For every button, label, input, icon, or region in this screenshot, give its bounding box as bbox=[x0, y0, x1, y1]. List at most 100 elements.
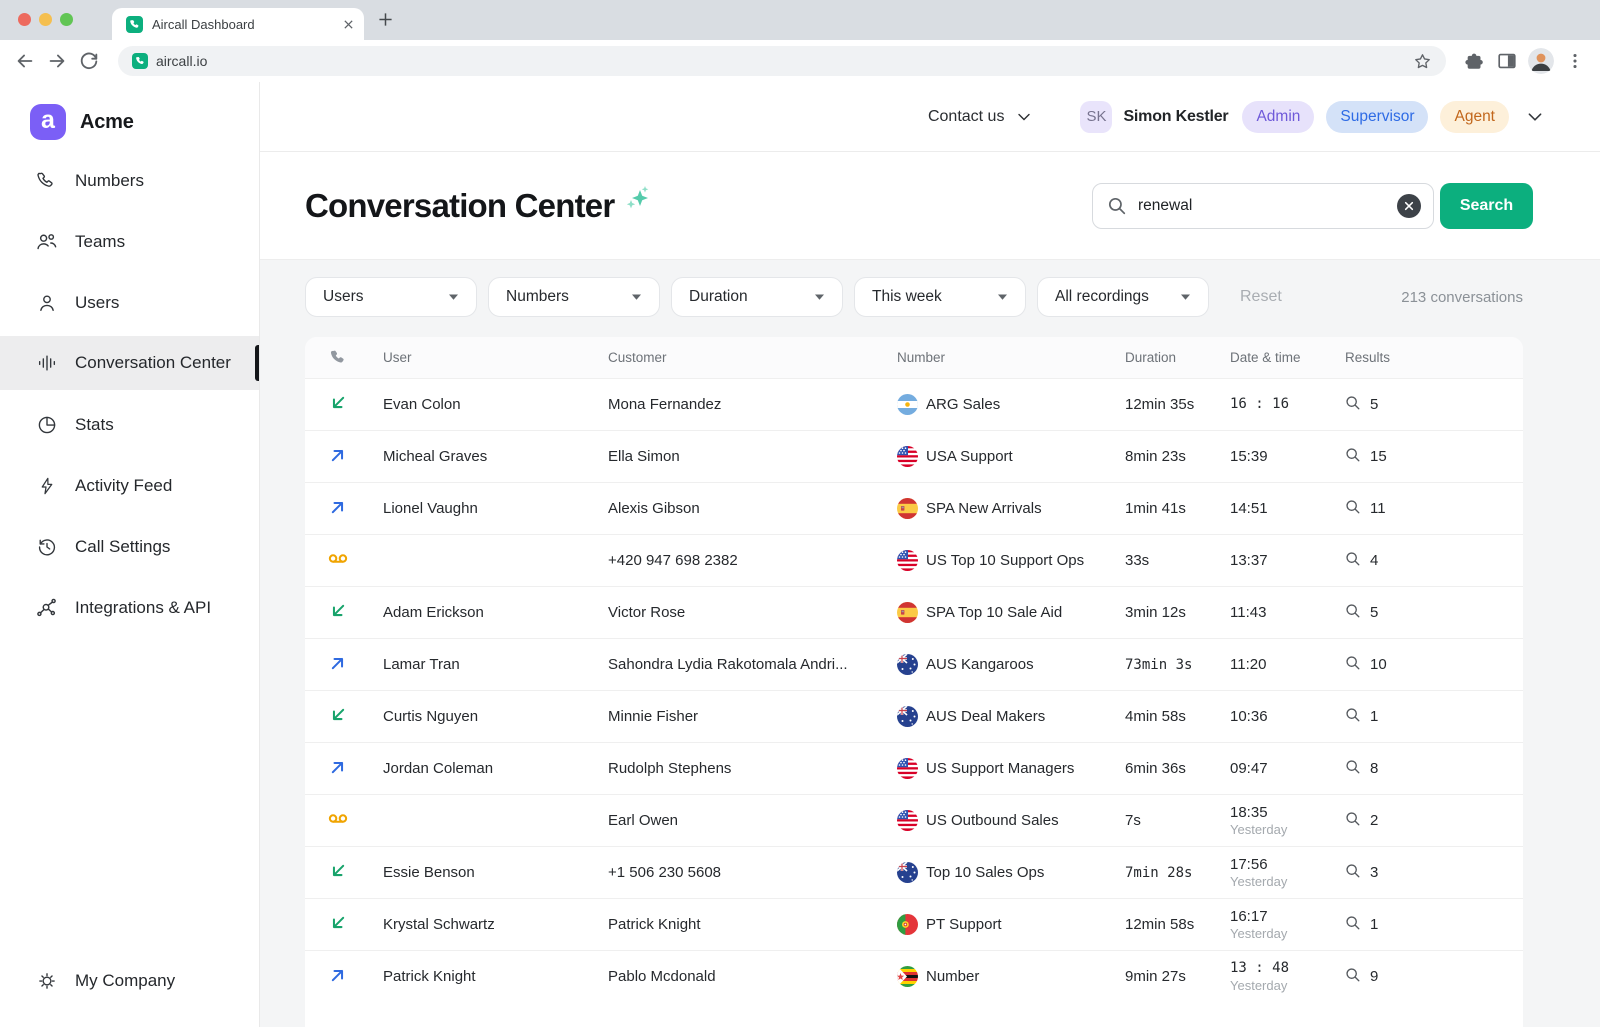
filter-dropdown-all-recordings[interactable]: All recordings bbox=[1037, 277, 1209, 317]
forward-button[interactable] bbox=[46, 50, 68, 72]
back-button[interactable] bbox=[14, 50, 36, 72]
table-row[interactable]: Jordan Coleman Rudolph Stephens US Suppo… bbox=[305, 742, 1523, 794]
duration-cell: 3min 12s bbox=[1111, 604, 1216, 621]
browser-menu-icon[interactable] bbox=[1564, 50, 1586, 72]
number-cell: ARG Sales bbox=[883, 394, 1111, 415]
table-row[interactable]: Micheal Graves Ella Simon USA Support 8m… bbox=[305, 430, 1523, 482]
inbound-call-icon bbox=[329, 706, 347, 728]
user-menu-chevron-icon[interactable] bbox=[1526, 108, 1544, 126]
brand-name: Acme bbox=[80, 111, 134, 134]
results-cell[interactable]: 11 bbox=[1331, 499, 1523, 519]
sidebar-item-stats[interactable]: Stats bbox=[0, 394, 259, 455]
number-label: PT Support bbox=[926, 916, 1002, 933]
results-cell[interactable]: 1 bbox=[1331, 915, 1523, 935]
customer-cell: Rudolph Stephens bbox=[594, 760, 883, 777]
search-button[interactable]: Search bbox=[1440, 183, 1533, 229]
close-window-button[interactable] bbox=[18, 13, 31, 26]
table-row[interactable]: Adam Erickson Victor Rose SPA Top 10 Sal… bbox=[305, 586, 1523, 638]
datetime-cell: 13:37 bbox=[1216, 552, 1331, 569]
table-row[interactable]: Earl Owen US Outbound Sales 7s 18:35 Yes… bbox=[305, 794, 1523, 846]
sidebar-item-teams[interactable]: Teams bbox=[0, 211, 259, 272]
results-cell[interactable]: 15 bbox=[1331, 447, 1523, 467]
duration-cell: 9min 27s bbox=[1111, 968, 1216, 985]
filter-dropdown-numbers[interactable]: Numbers bbox=[488, 277, 660, 317]
results-cell[interactable]: 10 bbox=[1331, 655, 1523, 675]
date-label: Yesterday bbox=[1230, 926, 1331, 941]
results-cell[interactable]: 9 bbox=[1331, 967, 1523, 987]
table-row[interactable]: Lionel Vaughn Alexis Gibson SPA New Arri… bbox=[305, 482, 1523, 534]
bookmark-star-icon[interactable] bbox=[1413, 52, 1432, 71]
customer-cell: Minnie Fisher bbox=[594, 708, 883, 725]
table-row[interactable]: Lamar Tran Sahondra Lydia Rakotomala And… bbox=[305, 638, 1523, 690]
number-cell: SPA New Arrivals bbox=[883, 498, 1111, 519]
sidebar-item-conversation-center[interactable]: Conversation Center bbox=[0, 336, 259, 390]
results-cell[interactable]: 2 bbox=[1331, 811, 1523, 831]
search-input[interactable] bbox=[1138, 197, 1386, 215]
reset-filters-button[interactable]: Reset bbox=[1240, 288, 1282, 306]
sidebar-item-call-settings[interactable]: Call Settings bbox=[0, 516, 259, 577]
maximize-window-button[interactable] bbox=[60, 13, 73, 26]
filter-dropdown-users[interactable]: Users bbox=[305, 277, 477, 317]
sidebar-item-numbers[interactable]: Numbers bbox=[0, 150, 259, 211]
number-label: US Top 10 Support Ops bbox=[926, 552, 1084, 569]
sidebar-item-users[interactable]: Users bbox=[0, 272, 259, 333]
filter-dropdown-duration[interactable]: Duration bbox=[671, 277, 843, 317]
table-row[interactable]: Essie Benson +1 506 230 5608 Top 10 Sale… bbox=[305, 846, 1523, 898]
results-cell[interactable]: 4 bbox=[1331, 551, 1523, 571]
role-badge-supervisor: Supervisor bbox=[1326, 101, 1428, 133]
table-row[interactable]: +420 947 698 2382 US Top 10 Support Ops … bbox=[305, 534, 1523, 586]
sidebar-item-integrations-api[interactable]: Integrations & API bbox=[0, 577, 259, 638]
time-label: 13:37 bbox=[1230, 552, 1331, 569]
time-label: 17:56 bbox=[1230, 856, 1331, 873]
extensions-icon[interactable] bbox=[1464, 50, 1486, 72]
date-label: Yesterday bbox=[1230, 874, 1331, 889]
results-count: 15 bbox=[1370, 448, 1387, 465]
sidebar-item-label: Users bbox=[75, 293, 119, 313]
magnifier-icon bbox=[1345, 447, 1361, 467]
results-cell[interactable]: 5 bbox=[1331, 603, 1523, 623]
column-header-duration: Duration bbox=[1111, 350, 1216, 365]
filter-label: Duration bbox=[689, 288, 748, 306]
outbound-call-icon bbox=[329, 446, 347, 468]
table-row[interactable]: Curtis Nguyen Minnie Fisher AUS Deal Mak… bbox=[305, 690, 1523, 742]
datetime-cell: 16 : 16 bbox=[1216, 396, 1331, 412]
caret-down-icon bbox=[814, 288, 825, 306]
browser-profile-avatar[interactable] bbox=[1528, 48, 1554, 74]
new-tab-button[interactable] bbox=[378, 12, 393, 32]
sidebar-item-activity-feed[interactable]: Activity Feed bbox=[0, 455, 259, 516]
results-cell[interactable]: 1 bbox=[1331, 707, 1523, 727]
user-avatar[interactable]: SK bbox=[1080, 101, 1112, 133]
table-row[interactable]: Evan Colon Mona Fernandez ARG Sales 12mi… bbox=[305, 378, 1523, 430]
filter-label: Users bbox=[323, 288, 363, 306]
url-bar[interactable]: aircall.io bbox=[118, 46, 1446, 76]
results-count: 5 bbox=[1370, 604, 1378, 621]
minimize-window-button[interactable] bbox=[39, 13, 52, 26]
contact-us-menu[interactable]: Contact us bbox=[928, 108, 1032, 126]
results-cell[interactable]: 3 bbox=[1331, 863, 1523, 883]
sidebar-item-my-company[interactable]: My Company bbox=[0, 950, 259, 1011]
sparkles-icon bbox=[626, 186, 650, 212]
flag-au-icon bbox=[897, 862, 918, 883]
table-row[interactable]: Patrick Knight Pablo Mcdonald Number 9mi… bbox=[305, 950, 1523, 1002]
time-label: 15:39 bbox=[1230, 448, 1331, 465]
number-label: AUS Kangaroos bbox=[926, 656, 1034, 673]
magnifier-icon bbox=[1345, 603, 1361, 623]
table-row[interactable]: Krystal Schwartz Patrick Knight PT Suppo… bbox=[305, 898, 1523, 950]
number-label: US Outbound Sales bbox=[926, 812, 1059, 829]
window-controls[interactable] bbox=[18, 13, 73, 26]
clear-search-button[interactable] bbox=[1397, 194, 1421, 218]
tab-close-icon[interactable] bbox=[343, 19, 354, 30]
customer-cell: Sahondra Lydia Rakotomala Andri... bbox=[594, 656, 883, 673]
user-cell: Lionel Vaughn bbox=[370, 500, 594, 517]
side-panel-icon[interactable] bbox=[1496, 50, 1518, 72]
results-cell[interactable]: 8 bbox=[1331, 759, 1523, 779]
user-icon bbox=[35, 291, 58, 314]
reload-button[interactable] bbox=[78, 50, 100, 72]
browser-tab[interactable]: Aircall Dashboard bbox=[112, 8, 364, 40]
filter-dropdown-this-week[interactable]: This week bbox=[854, 277, 1026, 317]
number-label: SPA New Arrivals bbox=[926, 500, 1042, 517]
duration-cell: 73min 3s bbox=[1111, 657, 1216, 673]
results-cell[interactable]: 5 bbox=[1331, 395, 1523, 415]
duration-cell: 7min 28s bbox=[1111, 865, 1216, 881]
sidebar-item-label: Conversation Center bbox=[75, 353, 231, 373]
